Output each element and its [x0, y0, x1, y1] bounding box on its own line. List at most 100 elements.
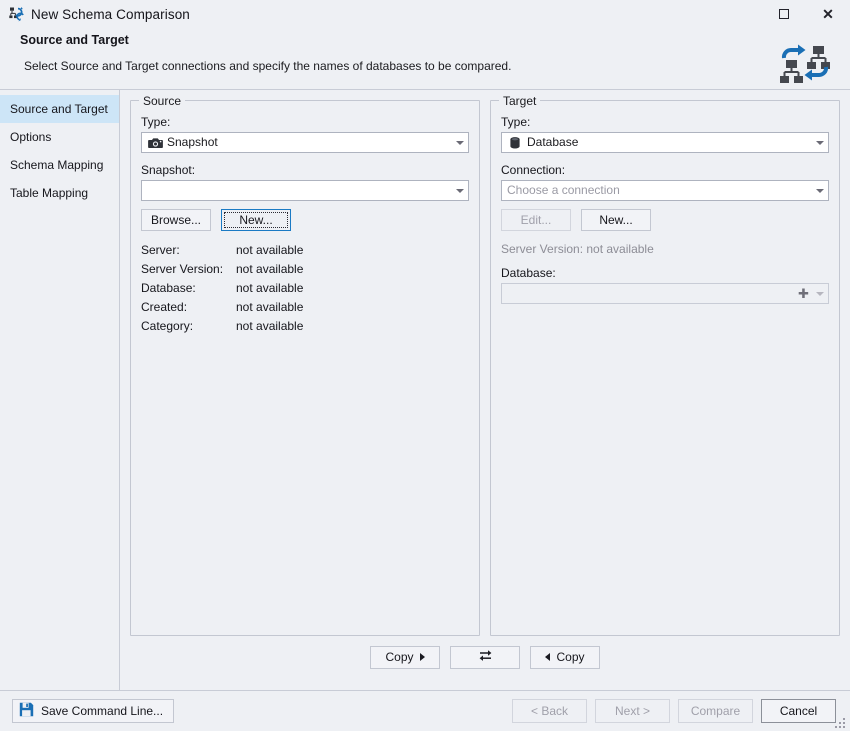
new-connection-label: New... — [599, 213, 633, 227]
wizard-nav-sidebar: Source and Target Options Schema Mapping… — [0, 90, 120, 690]
sidebar-item-label: Source and Target — [10, 102, 108, 116]
target-panel-legend: Target — [499, 94, 541, 108]
sidebar-item-schema-mapping[interactable]: Schema Mapping — [0, 151, 119, 179]
table-row: Database: not available — [141, 281, 303, 300]
back-button: < Back — [512, 699, 587, 723]
source-info-table: Server: not available Server Version: no… — [141, 243, 303, 338]
new-connection-button[interactable]: New... — [581, 209, 651, 231]
info-key: Server: — [141, 243, 180, 257]
target-database-label: Database: — [501, 266, 556, 280]
info-value: not available — [236, 262, 304, 276]
arrow-right-icon — [419, 653, 425, 661]
page-header: Source and Target Select Source and Targ… — [0, 28, 850, 90]
source-type-value: Snapshot — [167, 135, 218, 149]
cancel-button[interactable]: Cancel — [761, 699, 836, 723]
copy-direction-bar: Copy Copy — [130, 636, 840, 678]
info-value: not available — [236, 243, 304, 257]
schema-comparison-icon — [8, 5, 26, 23]
maximize-button[interactable] — [762, 0, 806, 28]
plus-icon[interactable]: ✚ — [796, 284, 811, 303]
target-type-combo[interactable]: Database — [501, 132, 829, 153]
source-type-combo[interactable]: Snapshot — [141, 132, 469, 153]
new-schema-comparison-dialog: New Schema Comparison ✕ Source and Targe… — [0, 0, 850, 731]
source-target-panels: Source Type: Snapshot Snapshot: Browse..… — [130, 94, 840, 636]
sidebar-item-label: Schema Mapping — [10, 158, 104, 172]
info-value: not available — [236, 300, 304, 314]
table-row: Created: not available — [141, 300, 303, 319]
chevron-down-icon[interactable] — [811, 133, 828, 152]
info-value: not available — [236, 281, 304, 295]
compare-button: Compare — [678, 699, 753, 723]
dialog-body: Source and Target Options Schema Mapping… — [0, 90, 850, 690]
sidebar-item-options[interactable]: Options — [0, 123, 119, 151]
back-label: < Back — [530, 704, 569, 718]
sidebar-item-table-mapping[interactable]: Table Mapping — [0, 179, 119, 207]
info-key: Server Version: — [141, 262, 224, 276]
table-row: Category: not available — [141, 319, 303, 338]
close-icon: ✕ — [822, 6, 834, 22]
save-command-line-label: Save Command Line... — [41, 704, 164, 718]
next-label: Next > — [614, 704, 650, 718]
source-snapshot-combo[interactable] — [141, 180, 469, 201]
database-icon — [507, 135, 523, 151]
floppy-save-icon — [19, 702, 34, 720]
source-snapshot-label: Snapshot: — [141, 163, 196, 177]
new-snapshot-label: New... — [239, 213, 273, 227]
main-content: Source Type: Snapshot Snapshot: Browse..… — [120, 90, 850, 690]
chevron-down-icon[interactable] — [811, 181, 828, 200]
target-connection-label: Connection: — [501, 163, 566, 177]
source-type-label: Type: — [141, 115, 171, 129]
edit-connection-button: Edit... — [501, 209, 571, 231]
chevron-down-icon[interactable] — [451, 181, 468, 200]
table-row: Server Version: not available — [141, 262, 303, 281]
source-panel: Source Type: Snapshot Snapshot: Browse..… — [130, 94, 480, 636]
target-type-value: Database — [527, 135, 579, 149]
next-button: Next > — [595, 699, 670, 723]
target-panel: Target Type: Database Connection: Choose… — [490, 94, 840, 636]
edit-connection-label: Edit... — [520, 213, 552, 227]
sidebar-item-label: Table Mapping — [10, 186, 89, 200]
target-connection-combo[interactable]: Choose a connection — [501, 180, 829, 201]
copy-to-target-button[interactable]: Copy — [370, 645, 440, 669]
browse-snapshot-button[interactable]: Browse... — [141, 209, 211, 231]
resize-grip[interactable] — [835, 716, 847, 728]
page-title: Source and Target — [20, 33, 129, 47]
window-controls: ✕ — [762, 0, 850, 28]
cancel-label: Cancel — [779, 704, 818, 718]
save-command-line-button[interactable]: Save Command Line... — [12, 699, 175, 723]
page-subtitle: Select Source and Target connections and… — [24, 59, 512, 73]
info-key: Database: — [141, 281, 196, 295]
footer-actions: < Back Next > Compare Cancel — [512, 699, 836, 723]
title-bar: New Schema Comparison ✕ — [0, 0, 850, 28]
arrow-left-icon — [545, 653, 551, 661]
target-buttons: Edit... New... — [501, 209, 829, 231]
source-buttons: Browse... New... — [141, 209, 469, 231]
target-database-combo[interactable]: ✚ — [501, 283, 829, 304]
copy-to-source-label: Copy — [556, 650, 585, 664]
new-snapshot-button[interactable]: New... — [221, 209, 291, 231]
schema-compare-banner-icon — [776, 34, 834, 92]
close-button[interactable]: ✕ — [806, 0, 850, 28]
target-server-version: Server Version: not available — [501, 242, 654, 256]
compare-label: Compare — [690, 704, 741, 718]
dialog-footer: Save Command Line... < Back Next > Compa… — [0, 690, 850, 731]
browse-snapshot-label: Browse... — [150, 213, 201, 227]
maximize-icon — [779, 9, 789, 19]
info-key: Created: — [141, 300, 188, 314]
copy-to-target-label: Copy — [385, 650, 414, 664]
target-connection-placeholder: Choose a connection — [507, 183, 620, 197]
target-type-label: Type: — [501, 115, 531, 129]
sidebar-item-source-and-target[interactable]: Source and Target — [0, 95, 119, 123]
chevron-down-icon[interactable] — [451, 133, 468, 152]
sidebar-item-label: Options — [10, 130, 52, 144]
table-row: Server: not available — [141, 243, 303, 262]
swap-arrows-icon — [478, 649, 493, 665]
source-panel-legend: Source — [139, 94, 186, 108]
copy-to-source-button[interactable]: Copy — [530, 645, 600, 669]
swap-source-target-button[interactable] — [450, 645, 520, 669]
chevron-down-icon — [811, 284, 828, 303]
window-title: New Schema Comparison — [31, 6, 190, 22]
info-value: not available — [236, 319, 304, 333]
camera-icon — [147, 135, 163, 151]
info-key: Category: — [141, 319, 194, 333]
